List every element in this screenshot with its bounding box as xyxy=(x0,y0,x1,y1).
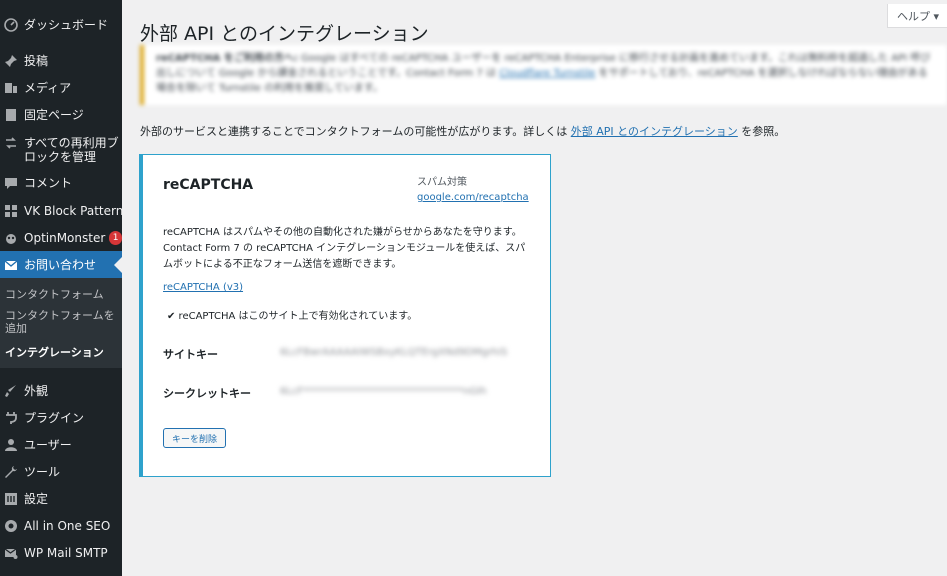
integration-docs-link[interactable]: 外部 API とのインテグレーション xyxy=(571,125,738,138)
notice-turnstile-link[interactable]: Cloudflare Turnstile xyxy=(499,68,595,79)
secret-key-value: 6LcF********************************nGIh xyxy=(280,386,487,397)
menu-reusable-blocks[interactable]: すべての再利用ブ ロックを管理 xyxy=(0,136,122,164)
aioseo-icon xyxy=(4,519,18,533)
menu-optinmonster[interactable]: OptinMonster 1 xyxy=(0,231,122,245)
media-icon xyxy=(4,81,18,95)
menu-appearance[interactable]: 外観 xyxy=(0,384,122,398)
recaptcha-status: ✔ reCAPTCHA はこのサイト上で有効化されています。 xyxy=(167,311,418,322)
wrench-icon xyxy=(4,465,18,479)
menu-settings[interactable]: 設定 xyxy=(0,492,122,506)
menu-users[interactable]: ユーザー xyxy=(0,438,122,452)
secret-key-label: シークレットキー xyxy=(163,387,251,400)
menu-aioseo[interactable]: All in One SEO xyxy=(0,519,122,533)
card-meta: スパム対策 google.com/recaptcha xyxy=(417,175,529,205)
grid-icon xyxy=(4,204,18,218)
update-count-badge: 1 xyxy=(109,231,122,245)
card-title: reCAPTCHA xyxy=(163,177,254,193)
menu-wp-mail-smtp[interactable]: WP Mail SMTP xyxy=(0,546,122,560)
help-tab-button[interactable]: ヘルプ ▾ xyxy=(887,4,947,28)
recaptcha-site-link[interactable]: google.com/recaptcha xyxy=(417,190,529,205)
optinmonster-icon xyxy=(4,231,18,245)
dashboard-icon xyxy=(4,18,18,32)
reusable-block-icon xyxy=(4,136,18,150)
menu-tools[interactable]: ツール xyxy=(0,465,122,479)
page-title: 外部 API とのインテグレーション xyxy=(140,23,429,45)
comment-icon xyxy=(4,176,18,190)
site-key-value: 6LcFBwrAAAAAIWSBxyKLQTErgXNd9DMgrhiS xyxy=(280,347,508,358)
menu-posts[interactable]: 投稿 xyxy=(0,54,122,68)
brush-icon xyxy=(4,384,18,398)
menu-comments[interactable]: コメント xyxy=(0,176,122,190)
menu-media[interactable]: メディア xyxy=(0,81,122,95)
pin-icon xyxy=(4,54,18,68)
menu-vk-block-patterns[interactable]: VK Block Patterns xyxy=(0,204,130,218)
user-icon xyxy=(4,438,18,452)
card-category: スパム対策 xyxy=(417,177,467,188)
menu-dashboard[interactable]: ダッシュボード xyxy=(0,18,122,32)
card-description: reCAPTCHA はスパムやその他の自動化された嫌がらせからあなたを守ります。… xyxy=(163,227,526,270)
menu-pages[interactable]: 固定ページ xyxy=(0,108,122,122)
page-icon xyxy=(4,108,18,122)
remove-keys-button[interactable]: キーを削除 xyxy=(163,428,227,448)
intro-text: 外部のサービスと連携することでコンタクトフォームの可能性が広がります。詳しくは … xyxy=(140,125,786,138)
plugin-icon xyxy=(4,411,18,425)
smtp-icon xyxy=(4,546,18,560)
admin-sidebar: ダッシュボード 投稿 メディア 固定ページ すべての再利用ブ ロックを管理 コメ… xyxy=(0,0,130,576)
submenu-add-contact-form[interactable]: コンタクトフォームを 追加 xyxy=(5,309,115,335)
submenu-integration[interactable]: インテグレーション xyxy=(5,346,104,359)
recaptcha-notice: reCAPTCHA をご利用の方へ: Google はすべての reCAPTCH… xyxy=(140,45,947,105)
mail-icon xyxy=(4,258,18,272)
site-key-label: サイトキー xyxy=(163,348,218,361)
recaptcha-version-link[interactable]: reCAPTCHA (v3) xyxy=(163,282,243,293)
recaptcha-card: reCAPTCHA スパム対策 google.com/recaptcha reC… xyxy=(139,154,551,477)
settings-icon xyxy=(4,492,18,506)
current-menu-arrow xyxy=(114,257,122,273)
submenu-contact-forms[interactable]: コンタクトフォーム xyxy=(5,288,104,301)
notice-bold-text: reCAPTCHA をご利用の方へ: xyxy=(156,53,298,64)
menu-contact[interactable]: お問い合わせ xyxy=(0,251,122,278)
menu-plugins[interactable]: プラグイン xyxy=(0,411,122,425)
contact-submenu: コンタクトフォーム コンタクトフォームを 追加 インテグレーション xyxy=(0,278,122,368)
